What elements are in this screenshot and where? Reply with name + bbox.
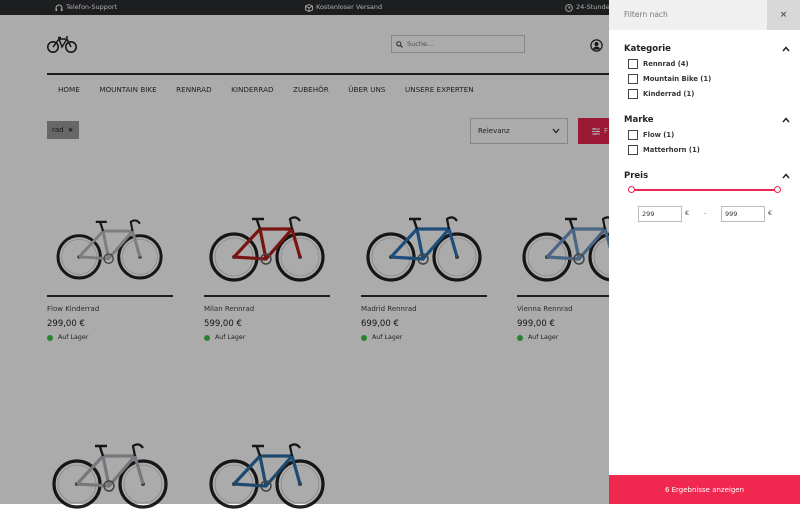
chevron-up-icon[interactable] — [782, 173, 790, 179]
option-label: Mountain Bike (1) — [643, 75, 712, 83]
category-option-kinderrad[interactable]: Kinderrad (1) — [628, 89, 790, 99]
category-title: Kategorie — [624, 44, 671, 54]
checkbox[interactable] — [628, 89, 638, 99]
price-max-handle[interactable] — [774, 186, 781, 193]
checkbox[interactable] — [628, 74, 638, 84]
currency-label: € — [768, 209, 773, 217]
chevron-up-icon[interactable] — [782, 46, 790, 52]
option-label: Flow (1) — [643, 131, 675, 139]
close-icon[interactable]: × — [767, 0, 800, 30]
price-toggle[interactable]: Preis — [624, 171, 790, 181]
price-max-input[interactable] — [721, 206, 765, 222]
checkbox[interactable] — [628, 130, 638, 140]
price-section: Preis — [624, 171, 790, 181]
price-title: Preis — [624, 171, 649, 181]
price-separator: - — [704, 209, 707, 217]
category-option-mountain-bike[interactable]: Mountain Bike (1) — [628, 74, 790, 84]
category-section: Kategorie Rennrad (4) Mountain Bike (1) … — [624, 44, 790, 99]
checkbox[interactable] — [628, 59, 638, 69]
filter-panel-header: Filtern nach × — [609, 0, 800, 30]
option-label: Rennrad (4) — [643, 60, 689, 68]
filter-panel-title: Filtern nach — [624, 10, 668, 19]
option-label: Kinderrad (1) — [643, 90, 695, 98]
price-min-input[interactable] — [638, 206, 682, 222]
price-min-handle[interactable] — [628, 186, 635, 193]
option-label: Matterhorn (1) — [643, 146, 700, 154]
show-results-button[interactable]: 6 Ergebnisse anzeigen — [609, 475, 800, 504]
currency-label: € — [685, 209, 690, 217]
category-option-rennrad[interactable]: Rennrad (4) — [628, 59, 790, 69]
brand-title: Marke — [624, 115, 654, 125]
chevron-up-icon[interactable] — [782, 117, 790, 123]
price-range-slider[interactable] — [628, 186, 781, 193]
brand-toggle[interactable]: Marke — [624, 115, 790, 125]
brand-section: Marke Flow (1) Matterhorn (1) — [624, 115, 790, 155]
filter-panel: Filtern nach × Kategorie Rennrad (4) Mou… — [609, 0, 800, 504]
category-toggle[interactable]: Kategorie — [624, 44, 790, 54]
brand-option-flow[interactable]: Flow (1) — [628, 130, 790, 140]
brand-option-matterhorn[interactable]: Matterhorn (1) — [628, 145, 790, 155]
checkbox[interactable] — [628, 145, 638, 155]
